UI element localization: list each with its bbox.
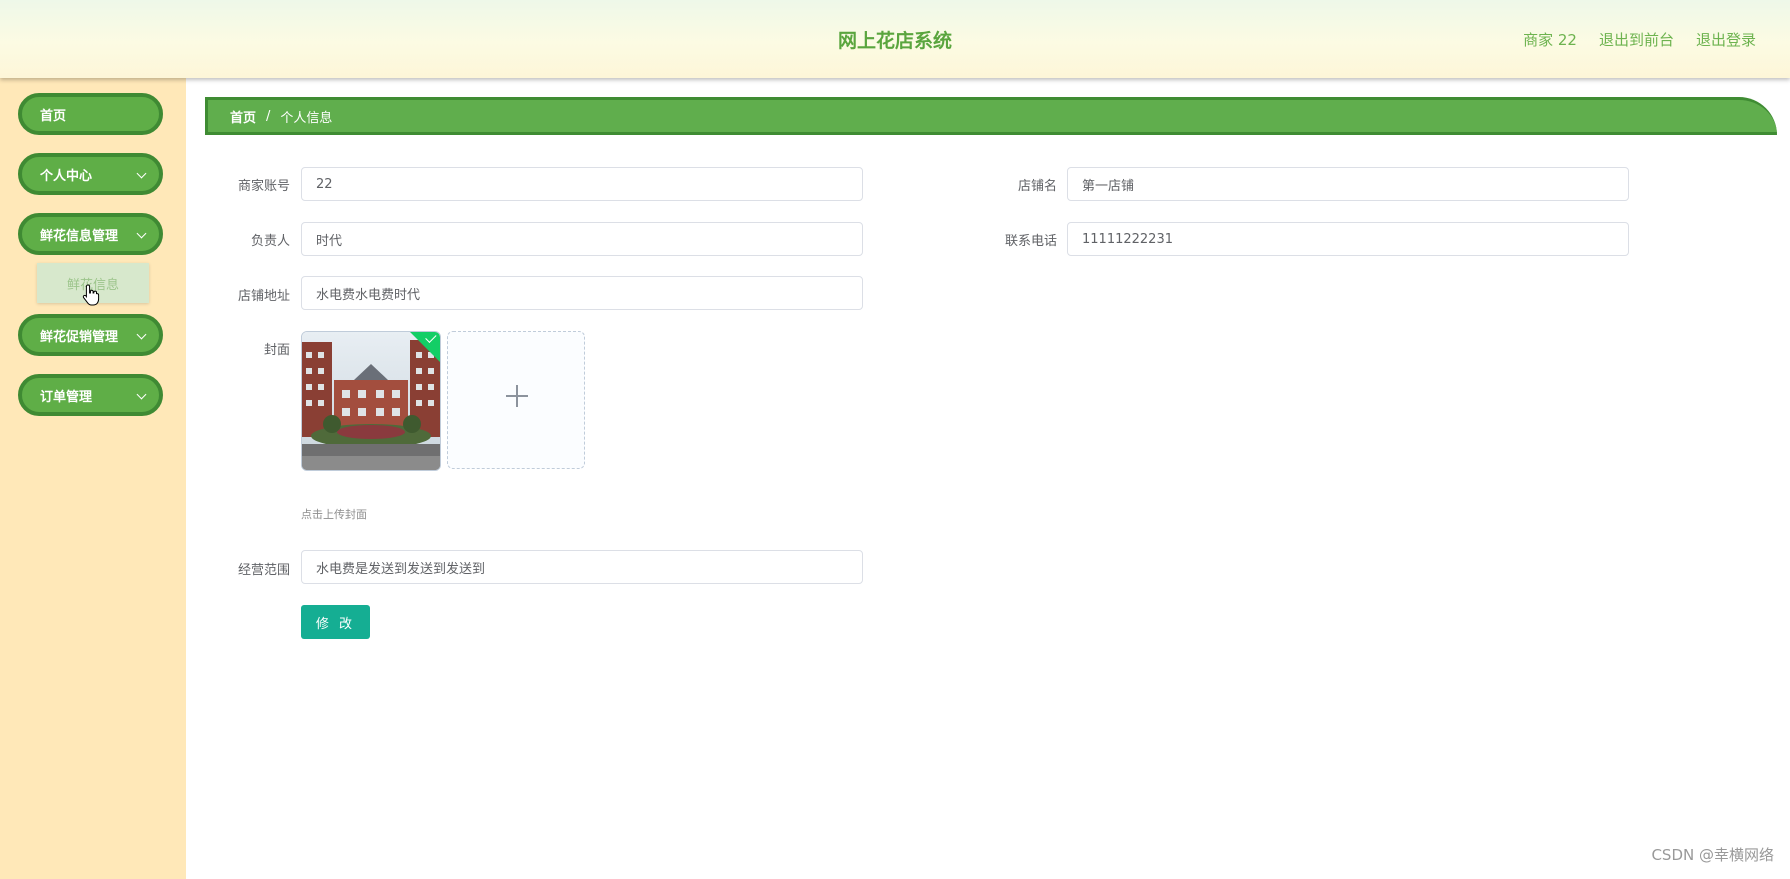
sidebar-item-label: 个人中心 <box>40 168 93 184</box>
sidebar-item-flower-promotion-management[interactable]: 鲜花促销管理 <box>18 314 163 356</box>
account-label: 商家账号 <box>237 179 290 194</box>
breadcrumb: 首页 / 个人信息 <box>205 97 1777 135</box>
top-header: 网上花店系统 商家 22 退出到前台 退出登录 <box>0 0 1790 78</box>
sidebar <box>0 78 186 879</box>
chevron-down-icon <box>136 389 147 400</box>
phone-field[interactable]: 11111222231 <box>1067 222 1629 256</box>
address-field[interactable]: 水电费水电费时代 <box>301 276 863 310</box>
cover-upload-hint: 点击上传封面 <box>301 508 367 521</box>
scope-label: 经营范围 <box>237 563 290 578</box>
check-icon <box>425 332 437 343</box>
sidebar-item-flower-info-management[interactable]: 鲜花信息管理 <box>18 213 163 255</box>
app-title: 网上花店系统 <box>837 30 952 52</box>
shop-name-value: 第一店铺 <box>1082 178 1135 194</box>
breadcrumb-separator: / <box>266 108 271 124</box>
phone-label: 联系电话 <box>1004 234 1057 249</box>
account-value: 22 <box>316 176 333 192</box>
chevron-down-icon <box>136 329 147 340</box>
shop-name-label: 店铺名 <box>1017 179 1057 194</box>
chevron-down-icon <box>136 168 147 179</box>
watermark: CSDN @幸横网络 <box>1651 846 1774 864</box>
sidebar-item-label: 鲜花促销管理 <box>40 329 119 345</box>
cover-upload-button[interactable] <box>447 331 585 469</box>
shop-name-field[interactable]: 第一店铺 <box>1067 167 1629 201</box>
sidebar-item-home[interactable]: 首页 <box>18 93 163 135</box>
logout-link[interactable]: 退出登录 <box>1696 29 1756 50</box>
sidebar-item-label: 鲜花信息管理 <box>40 228 119 244</box>
sidebar-item-order-management[interactable]: 订单管理 <box>18 374 163 416</box>
address-value: 水电费水电费时代 <box>316 287 421 303</box>
current-user-link[interactable]: 商家 22 <box>1523 29 1577 50</box>
chevron-down-icon <box>136 228 147 239</box>
building-photo <box>302 332 440 470</box>
sidebar-item-label: 订单管理 <box>40 389 93 405</box>
scope-field[interactable]: 水电费是发送到发送到发送到 <box>301 550 863 584</box>
scope-value: 水电费是发送到发送到发送到 <box>316 561 486 577</box>
account-field[interactable]: 22 <box>301 167 863 201</box>
cover-label: 封面 <box>263 343 290 358</box>
plus-icon <box>516 385 518 407</box>
owner-field[interactable]: 时代 <box>301 222 863 256</box>
sidebar-item-personal-center[interactable]: 个人中心 <box>18 153 163 195</box>
address-label: 店铺地址 <box>237 289 290 304</box>
owner-label: 负责人 <box>250 234 290 249</box>
sidebar-item-label: 首页 <box>40 108 67 124</box>
breadcrumb-home[interactable]: 首页 <box>230 107 256 126</box>
breadcrumb-current: 个人信息 <box>280 110 333 126</box>
back-to-front-link[interactable]: 退出到前台 <box>1599 29 1674 50</box>
header-links: 商家 22 退出到前台 退出登录 <box>1523 29 1756 50</box>
hand-cursor-icon <box>82 284 100 306</box>
cover-image-thumbnail[interactable] <box>301 331 441 471</box>
phone-value: 11111222231 <box>1082 231 1173 247</box>
modify-button[interactable]: 修 改 <box>301 605 370 639</box>
owner-value: 时代 <box>316 233 343 249</box>
